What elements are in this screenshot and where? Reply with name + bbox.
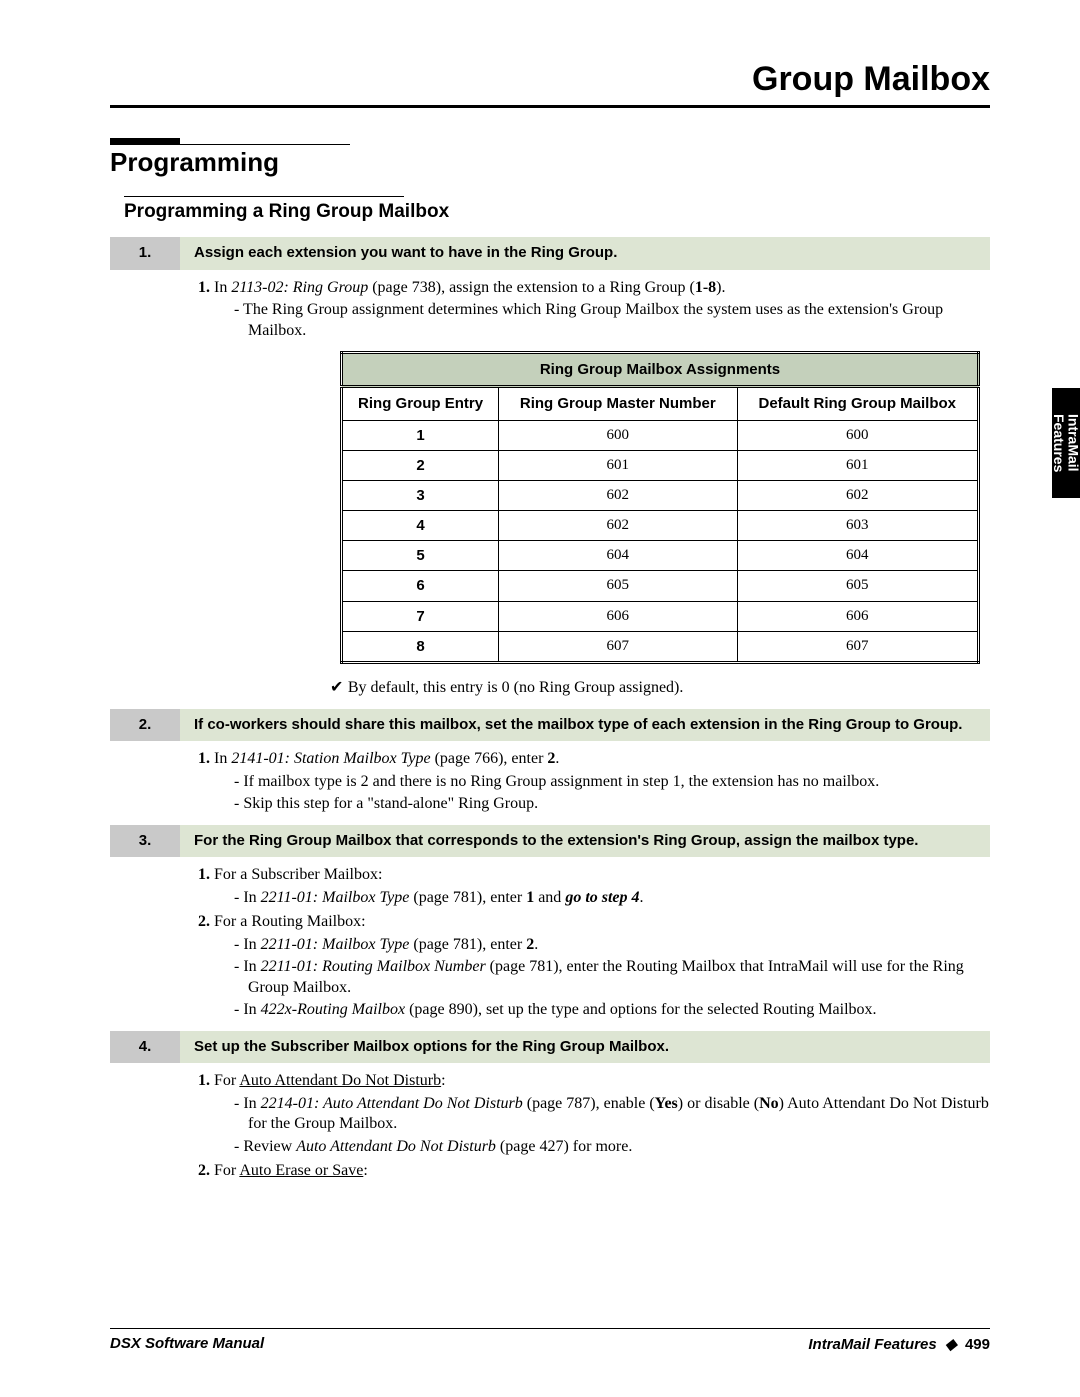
subsection-title: Programming a Ring Group Mailbox [124, 201, 990, 223]
footer-right: IntraMail Features ◆ 499 [808, 1335, 990, 1353]
page-footer: DSX Software Manual IntraMail Features ◆… [110, 1328, 990, 1353]
step-2-header: 2. If co-workers should share this mailb… [110, 709, 990, 742]
table-row: 5604604 [342, 541, 979, 571]
section-underline [110, 144, 350, 145]
chapter-title: Group Mailbox [110, 60, 990, 99]
table-row: 8607607 [342, 631, 979, 662]
table-row: 7606606 [342, 601, 979, 631]
table-row: 3602602 [342, 480, 979, 510]
step-4-header: 4. Set up the Subscriber Mailbox options… [110, 1031, 990, 1064]
header-rule [110, 105, 990, 108]
list-subitem: Review Auto Attendant Do Not Disturb (pa… [234, 1137, 990, 1157]
footer-rule [110, 1328, 990, 1329]
list-item: For a Subscriber Mailbox: In 2211-01: Ma… [214, 865, 990, 908]
list-subitem: If mailbox type is 2 and there is no Rin… [234, 772, 990, 792]
table-row: 1600600 [342, 420, 979, 450]
step-1-body: In 2113-02: Ring Group (page 738), assig… [190, 278, 990, 699]
step-4-body: For Auto Attendant Do Not Disturb: In 22… [190, 1071, 990, 1181]
list-subitem: In 2211-01: Mailbox Type (page 781), ent… [234, 888, 990, 908]
step-number: 3. [110, 825, 180, 858]
list-subitem: In 422x-Routing Mailbox (page 890), set … [234, 1000, 990, 1020]
list-item: For Auto Attendant Do Not Disturb: In 22… [214, 1071, 990, 1157]
table-col-header: Default Ring Group Mailbox [737, 387, 979, 420]
table-col-header: Ring Group Entry [342, 387, 499, 420]
list-subitem: The Ring Group assignment determines whi… [234, 300, 990, 341]
thumb-tab: IntraMail Features [1052, 388, 1080, 498]
list-item: In 2113-02: Ring Group (page 738), assig… [214, 278, 990, 341]
step-3-body: For a Subscriber Mailbox: In 2211-01: Ma… [190, 865, 990, 1020]
default-note: By default, this entry is 0 (no Ring Gro… [330, 678, 990, 698]
sidetab-line: IntraMail [1066, 414, 1080, 472]
step-text: If co-workers should share this mailbox,… [180, 709, 990, 742]
list-subitem: In 2211-01: Routing Mailbox Number (page… [234, 957, 990, 998]
list-subitem: In 2214-01: Auto Attendant Do Not Distur… [234, 1094, 990, 1135]
list-item: For a Routing Mailbox: In 2211-01: Mailb… [214, 912, 990, 1020]
step-1-header: 1. Assign each extension you want to hav… [110, 237, 990, 270]
step-3-header: 3. For the Ring Group Mailbox that corre… [110, 825, 990, 858]
table-title: Ring Group Mailbox Assignments [342, 353, 979, 387]
table-row: 6605605 [342, 571, 979, 601]
step-number: 4. [110, 1031, 180, 1064]
manual-page: Group Mailbox Programming Programming a … [0, 0, 1080, 1397]
step-text: Set up the Subscriber Mailbox options fo… [180, 1031, 990, 1064]
table-row: 4602603 [342, 511, 979, 541]
subsection-underline [124, 196, 404, 197]
footer-left: DSX Software Manual [110, 1335, 264, 1353]
step-number: 1. [110, 237, 180, 270]
table-col-header: Ring Group Master Number [499, 387, 737, 420]
list-subitem: In 2211-01: Mailbox Type (page 781), ent… [234, 935, 990, 955]
step-number: 2. [110, 709, 180, 742]
step-text: For the Ring Group Mailbox that correspo… [180, 825, 990, 858]
step-2-body: In 2141-01: Station Mailbox Type (page 7… [190, 749, 990, 814]
table-row: 2601601 [342, 450, 979, 480]
section-title: Programming [110, 147, 990, 178]
list-item: For Auto Erase or Save: [214, 1161, 990, 1181]
sidetab-line: Features [1051, 414, 1067, 472]
ring-group-table: Ring Group Mailbox Assignments Ring Grou… [340, 351, 980, 664]
list-item: In 2141-01: Station Mailbox Type (page 7… [214, 749, 990, 814]
list-subitem: Skip this step for a "stand-alone" Ring … [234, 794, 990, 814]
step-text: Assign each extension you want to have i… [180, 237, 990, 270]
page-number: 499 [965, 1336, 990, 1353]
